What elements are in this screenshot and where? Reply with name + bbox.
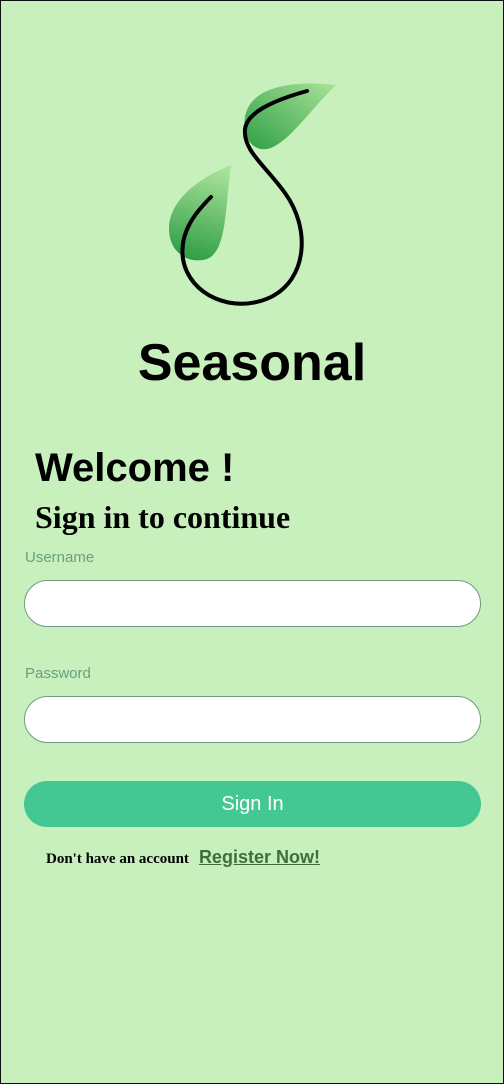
username-label: Username [25, 549, 95, 566]
password-label: Password [25, 665, 91, 682]
sign-in-button[interactable]: Sign In [24, 781, 481, 827]
login-screen: Seasonal Welcome ! Sign in to continue U… [0, 0, 504, 1084]
username-field[interactable] [24, 580, 481, 627]
password-field[interactable] [24, 696, 481, 743]
signin-subtitle: Sign in to continue [35, 499, 291, 535]
app-title: Seasonal [137, 334, 367, 392]
sprout-leaf-icon [169, 83, 336, 306]
register-now-link[interactable]: Register Now! [199, 847, 320, 867]
register-prompt: Don't have an account [46, 851, 189, 867]
welcome-heading: Welcome ! [35, 446, 235, 490]
register-row: Don't have an account Register Now! [46, 847, 320, 868]
